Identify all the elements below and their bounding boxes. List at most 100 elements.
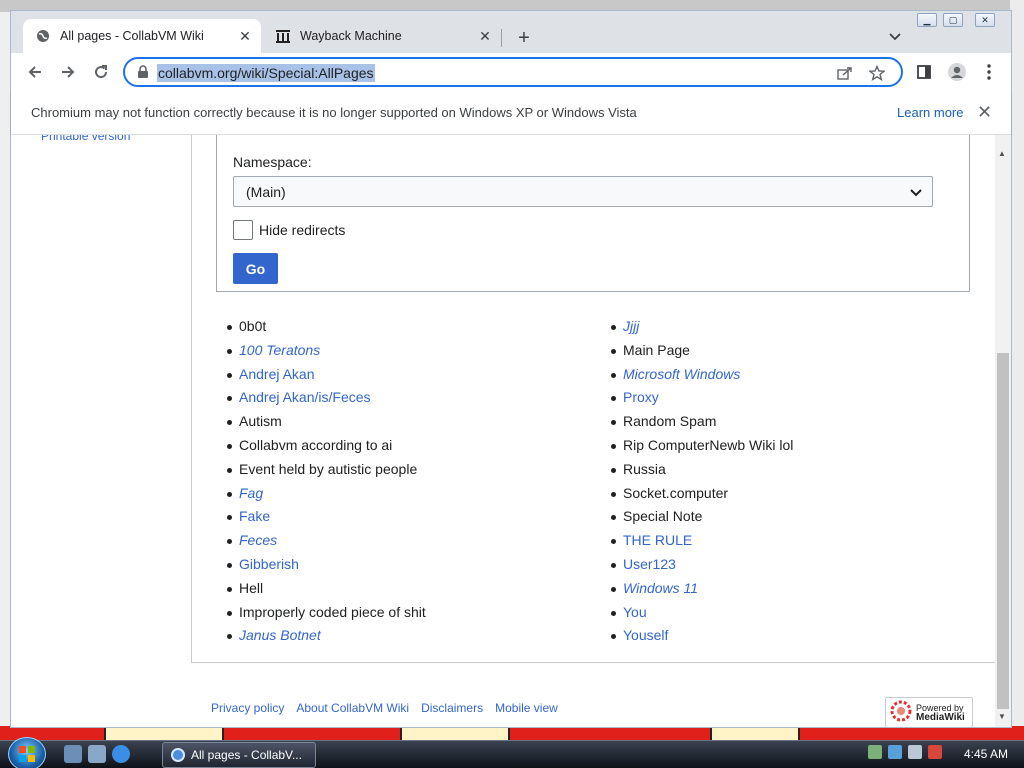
page-list-item[interactable]: Feces [227, 529, 426, 553]
page-list-item[interactable]: Rip ComputerNewb Wiki lol [611, 434, 793, 458]
page-list-item[interactable]: Proxy [611, 386, 793, 410]
content-left-border [191, 135, 192, 662]
taskbar: All pages - CollabV... 4:45 AM [0, 737, 1024, 768]
scrollbar-thumb[interactable] [997, 353, 1009, 709]
footer-links: Privacy policy About CollabVM Wiki Discl… [211, 701, 558, 715]
internet-explorer-icon[interactable] [112, 745, 130, 763]
page-viewport: Printable version Namespace: (Main) Hide… [11, 135, 995, 727]
new-tab-button[interactable]: + [511, 25, 537, 51]
tab-all-pages[interactable]: All pages - CollabVM Wiki ✕ [23, 19, 261, 53]
page-list-item[interactable]: User123 [611, 553, 793, 577]
reload-icon[interactable] [87, 58, 115, 86]
page-list-item[interactable]: Improperly coded piece of shit [227, 601, 426, 625]
footer-link-disclaimers[interactable]: Disclaimers [421, 701, 483, 715]
page-list-item[interactable]: Hell [227, 577, 426, 601]
tray-app-icon-2[interactable] [888, 745, 902, 759]
go-button[interactable]: Go [233, 253, 278, 284]
hide-redirects-label[interactable]: Hide redirects [259, 222, 345, 238]
page-list-item[interactable]: Russia [611, 458, 793, 482]
page-list-item[interactable]: Socket.computer [611, 482, 793, 506]
page-list-item[interactable]: Fake [227, 505, 426, 529]
badge-text: Powered by MediaWiki [916, 703, 965, 723]
chromium-icon [171, 748, 185, 762]
close-infobar-icon[interactable]: ✕ [977, 102, 992, 123]
back-arrow-icon[interactable] [21, 58, 49, 86]
infobar-message: Chromium may not function correctly beca… [31, 105, 637, 120]
pages-column-left: 0b0t 100 Teratons Andrej Akan Andrej Akan/i… [227, 315, 426, 648]
close-window-button[interactable]: ✕ [975, 13, 995, 27]
start-button[interactable] [8, 737, 46, 768]
page-list-item[interactable]: Special Note [611, 505, 793, 529]
page-list-item[interactable]: THE RULE [611, 529, 793, 553]
page-list-item[interactable]: Autism [227, 410, 426, 434]
menu-kebab-icon[interactable] [975, 58, 1003, 86]
content-bottom-border [191, 662, 995, 663]
page-list-item[interactable]: 0b0t [227, 315, 426, 339]
page-list-item[interactable]: Jjjj [611, 315, 793, 339]
tab-title: All pages - CollabVM Wiki [60, 29, 204, 43]
footer-link-privacy[interactable]: Privacy policy [211, 701, 284, 715]
volume-muted-icon[interactable] [928, 745, 942, 759]
tray-app-icon[interactable] [868, 745, 882, 759]
page-list-item[interactable]: You [611, 601, 793, 625]
page-list-item[interactable]: Fag [227, 482, 426, 506]
bookmark-star-icon[interactable] [867, 63, 887, 83]
archive-icon [275, 28, 291, 44]
hide-redirects-checkbox[interactable] [233, 220, 253, 240]
scroll-up-arrow-icon[interactable]: ▲ [998, 149, 1006, 158]
close-tab-icon[interactable]: ✕ [475, 26, 495, 46]
address-bar[interactable]: collabvm.org/wiki/Special:AllPages [123, 57, 903, 87]
switch-windows-icon[interactable] [88, 745, 106, 763]
mediawiki-flower-icon [890, 700, 912, 725]
page-list-item[interactable]: Gibberish [227, 553, 426, 577]
network-icon[interactable] [908, 745, 922, 759]
namespace-value: (Main) [246, 184, 286, 200]
windows-logo-icon [19, 746, 35, 762]
share-icon[interactable] [835, 63, 855, 83]
taskbar-clock[interactable]: 4:45 AM [964, 747, 1008, 761]
badge-line-2: MediaWiki [916, 711, 965, 723]
close-tab-icon[interactable]: ✕ [235, 26, 255, 46]
pages-column-right: Jjjj Main Page Microsoft Windows Proxy Rando… [611, 315, 793, 648]
printable-version-link[interactable]: Printable version [41, 135, 130, 143]
page-list-item[interactable]: Windows 11 [611, 577, 793, 601]
system-tray [868, 745, 942, 759]
minimize-button[interactable]: ▁ [917, 13, 937, 27]
taskbar-chromium-button[interactable]: All pages - CollabV... [162, 742, 316, 768]
url-text[interactable]: collabvm.org/wiki/Special:AllPages [157, 64, 375, 82]
page-list-item[interactable]: Random Spam [611, 410, 793, 434]
page-list-item[interactable]: Andrej Akan/is/Feces [227, 386, 426, 410]
page-list-item[interactable]: Andrej Akan [227, 363, 426, 387]
scroll-down-arrow-icon[interactable]: ▼ [998, 712, 1006, 721]
lock-icon[interactable] [137, 65, 149, 82]
powered-by-mediawiki-badge[interactable]: Powered by MediaWiki [885, 697, 973, 727]
tab-separator [501, 29, 502, 47]
side-panel-icon[interactable] [910, 58, 938, 86]
unsupported-os-infobar: Chromium may not function correctly beca… [11, 91, 1011, 135]
desktop-bottom-strip [0, 726, 1024, 740]
page-list-item[interactable]: Main Page [611, 339, 793, 363]
desktop-right-strip [1010, 0, 1024, 740]
page-scrollbar[interactable]: ▲ ▼ [995, 135, 1011, 727]
toolbar: collabvm.org/wiki/Special:AllPages [11, 53, 1011, 91]
tab-title: Wayback Machine [300, 29, 402, 43]
profile-avatar-icon[interactable] [943, 58, 971, 86]
page-list-item[interactable]: Janus Botnet [227, 624, 426, 648]
page-list-item[interactable]: Youself [611, 624, 793, 648]
page-list-item[interactable]: 100 Teratons [227, 339, 426, 363]
tab-search-chevron-icon[interactable] [883, 25, 907, 49]
maximize-button[interactable]: ▢ [943, 13, 963, 27]
page-list-item[interactable]: Collabvm according to ai [227, 434, 426, 458]
forward-arrow-icon[interactable] [54, 58, 82, 86]
namespace-select[interactable]: (Main) [233, 176, 933, 207]
desktop-left-strip [0, 12, 10, 726]
tab-wayback-machine[interactable]: Wayback Machine ✕ [263, 19, 501, 53]
learn-more-link[interactable]: Learn more [897, 105, 963, 120]
namespace-label: Namespace: [233, 154, 312, 170]
footer-link-about[interactable]: About CollabVM Wiki [296, 701, 409, 715]
show-desktop-icon[interactable] [64, 745, 82, 763]
page-list-item[interactable]: Microsoft Windows [611, 363, 793, 387]
footer-link-mobile-view[interactable]: Mobile view [495, 701, 558, 715]
allpages-form-box [216, 135, 970, 292]
page-list-item[interactable]: Event held by autistic people [227, 458, 426, 482]
